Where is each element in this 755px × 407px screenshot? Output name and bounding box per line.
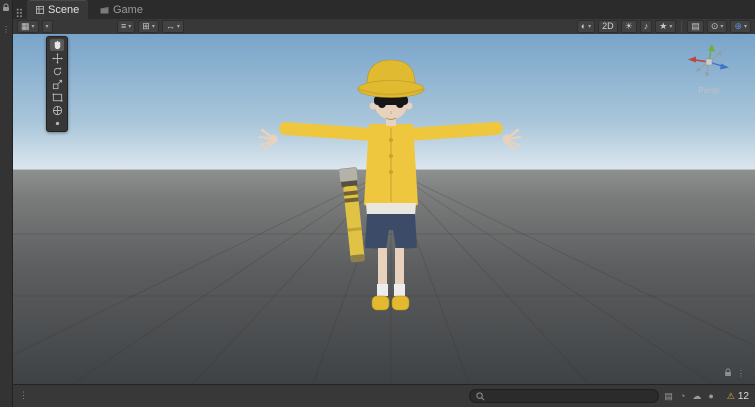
layout-status-icon[interactable]: ▤	[664, 392, 673, 401]
gizmos-dropdown[interactable]: ⊕ ▾	[730, 20, 751, 33]
warning-icon: ⚠	[727, 391, 735, 402]
light-bulb-icon: ☀	[625, 22, 633, 31]
scene-tab-icon	[36, 6, 44, 14]
left-dock-rail: ⋮	[0, 0, 13, 407]
status-search[interactable]	[469, 389, 659, 403]
chevron-down-icon: ▾	[744, 24, 747, 30]
2d-toggle-label: 2D	[602, 22, 614, 31]
character-coat	[364, 124, 418, 208]
lines-icon: ≡	[121, 22, 126, 31]
chevron-down-icon: ▾	[32, 24, 35, 30]
shaded-sphere-icon: ◐	[581, 22, 586, 31]
grid-icon: ⊞	[142, 22, 150, 31]
grid-dropdown[interactable]: ⊞ ▾	[138, 20, 159, 33]
lock-icon[interactable]	[2, 3, 10, 14]
lock-icon[interactable]	[724, 368, 732, 379]
cloud-status-icon[interactable]: ☁	[692, 392, 701, 401]
snap-icon: ↔	[166, 22, 175, 31]
shaded-mode-dropdown[interactable]: ◐ ▾	[577, 20, 595, 33]
gizmos-globe-icon: ⊕	[734, 22, 742, 31]
tools-overlay	[46, 36, 68, 132]
scale-tool-button[interactable]	[50, 78, 64, 90]
chevron-down-icon: ▾	[669, 24, 672, 30]
scene-lighting-toggle[interactable]: ☀	[621, 20, 637, 33]
progress-status-icon[interactable]: ◔	[680, 392, 685, 401]
scene-viewport[interactable]: Persp ⋮	[13, 34, 755, 384]
draw-mode-dropdown[interactable]: ▦ ▾	[17, 20, 39, 33]
search-input[interactable]	[489, 390, 652, 402]
snap-dropdown[interactable]: ↔ ▾	[162, 20, 184, 33]
search-icon	[476, 392, 485, 401]
projection-label[interactable]: Persp	[685, 86, 733, 95]
game-tab-label: Game	[113, 4, 143, 16]
move-tool-button[interactable]	[50, 52, 64, 64]
console-count-badge[interactable]: ⚠ 12	[727, 391, 749, 402]
audio-icon: ♪	[644, 22, 649, 31]
console-count-value: 12	[738, 391, 749, 402]
effects-dropdown[interactable]: ★ ▾	[655, 20, 676, 33]
scene-toolbar: ▦ ▾ ▾ ≡ ▾ ⊞ ▾ ↔ ▾ ◐ ▾	[13, 19, 755, 35]
scene-visibility-toggle[interactable]: ▤	[687, 20, 704, 33]
hand-icon	[52, 40, 63, 51]
chevron-down-icon: ▾	[46, 24, 49, 30]
account-status-icon[interactable]: ●	[708, 392, 713, 401]
status-menu-icon[interactable]: ⋮	[19, 390, 28, 401]
more-options-dropdown[interactable]: ▾	[42, 20, 53, 33]
scene-audio-toggle[interactable]: ♪	[640, 20, 653, 33]
scale-icon	[52, 79, 63, 90]
status-bar: ⋮ ▤ ◔ ☁ ● ⚠ 12	[13, 384, 755, 407]
camera-icon: ⊙	[711, 22, 719, 31]
custom-tool-button[interactable]	[50, 117, 64, 129]
tab-scene[interactable]: Scene	[27, 0, 88, 19]
rotate-icon	[52, 66, 63, 77]
tab-game[interactable]: Game	[91, 0, 152, 19]
chevron-down-icon: ▾	[128, 24, 131, 30]
effects-star-icon: ★	[659, 22, 667, 31]
rect-tool-button[interactable]	[50, 91, 64, 103]
camera-dropdown[interactable]: ⊙ ▾	[707, 20, 728, 33]
panel-menu-icon[interactable]: ⋮	[737, 369, 745, 378]
scene-tab-label: Scene	[48, 4, 79, 16]
rotate-tool-button[interactable]	[50, 65, 64, 77]
layers-icon: ▦	[21, 22, 30, 31]
orientation-gizmo[interactable]: Persp	[685, 42, 733, 100]
axis-gizmo-icon	[685, 42, 733, 86]
scene-canvas	[13, 34, 755, 384]
unity-editor-window: ⋮ Scene Game ▦ ▾ ▾	[0, 0, 755, 407]
move-icon	[52, 53, 63, 64]
view-tool-button[interactable]	[50, 39, 64, 51]
rail-menu-icon[interactable]: ⋮	[2, 26, 10, 34]
panel-tabbar: Scene Game	[13, 0, 755, 19]
toolbar-divider	[681, 21, 682, 32]
orientation-dropdown[interactable]: ≡ ▾	[117, 20, 135, 33]
rect-tool-icon	[52, 92, 63, 103]
chevron-down-icon: ▾	[720, 24, 723, 30]
chevron-down-icon: ▾	[177, 24, 180, 30]
scene-corner-controls: ⋮	[724, 368, 745, 379]
transform-tool-button[interactable]	[50, 104, 64, 116]
custom-tool-icon	[52, 118, 63, 129]
visibility-icon: ▤	[691, 22, 700, 31]
chevron-down-icon: ▾	[588, 24, 591, 30]
chevron-down-icon: ▾	[152, 24, 155, 30]
game-tab-icon	[100, 6, 109, 14]
transform-icon	[52, 105, 63, 116]
2d-toggle[interactable]: 2D	[598, 20, 618, 33]
